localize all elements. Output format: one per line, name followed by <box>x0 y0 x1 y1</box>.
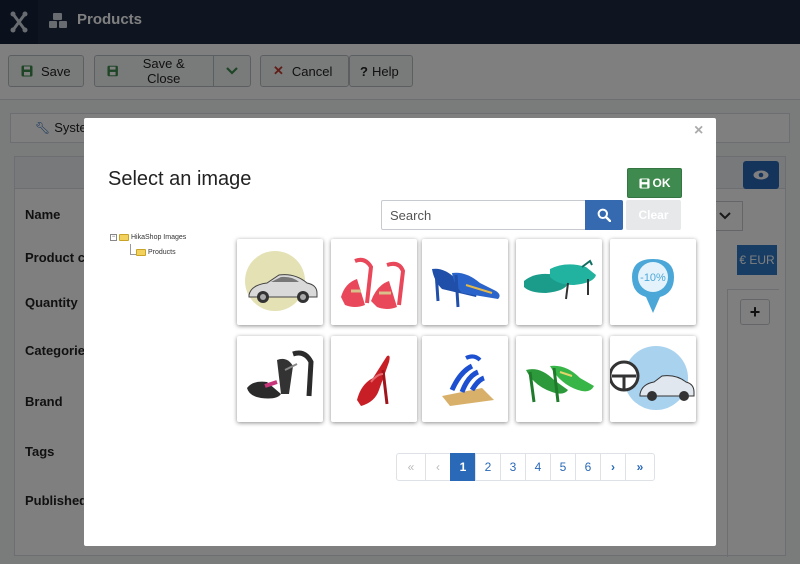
tree-node-products[interactable]: Products <box>136 249 176 256</box>
search-icon <box>597 208 611 222</box>
ok-button[interactable]: OK <box>627 168 682 198</box>
blue-heels-image <box>432 268 500 308</box>
prev-page-button[interactable]: ‹ <box>425 453 451 481</box>
image-thumb-discount-badge[interactable]: -10% <box>610 239 696 325</box>
page-button-6[interactable]: 6 <box>575 453 601 481</box>
image-thumb-red-sandals[interactable] <box>331 239 417 325</box>
page-button-5[interactable]: 5 <box>550 453 576 481</box>
tree-node-label: HikaShop Images <box>131 234 187 241</box>
next-page-button[interactable]: › <box>600 453 626 481</box>
pagination: « ‹ 1 2 3 4 5 6 › » <box>396 453 655 481</box>
modal-title: Select an image <box>108 168 252 190</box>
folder-icon <box>119 234 129 241</box>
green-heels-image <box>526 365 594 403</box>
red-sandals-image <box>341 257 406 309</box>
page-button-1[interactable]: 1 <box>450 453 476 481</box>
tree-node-label: Products <box>148 249 176 256</box>
clear-button[interactable]: Clear <box>626 200 681 230</box>
red-heel-image <box>357 355 390 406</box>
save-icon <box>638 177 650 189</box>
sports-car-image <box>245 251 318 311</box>
search-input[interactable] <box>381 200 586 230</box>
teal-shoes-image <box>524 259 596 300</box>
tree-node-root[interactable]: − HikaShop Images <box>110 234 186 241</box>
search-button[interactable] <box>585 200 623 230</box>
black-pink-heels-image <box>247 350 314 399</box>
page-button-2[interactable]: 2 <box>475 453 501 481</box>
close-icon[interactable]: × <box>694 122 703 140</box>
page-button-3[interactable]: 3 <box>500 453 526 481</box>
select-image-modal: × Select an image OK Clear − HikaShop Im… <box>84 118 716 546</box>
collapse-icon[interactable]: − <box>110 234 117 241</box>
image-thumb-steering-wheel-car[interactable] <box>610 336 696 422</box>
ok-label: OK <box>652 176 671 190</box>
image-thumb-teal-shoes[interactable] <box>516 239 602 325</box>
first-page-button[interactable]: « <box>396 453 426 481</box>
blue-wedge-sandal-image <box>442 354 494 406</box>
image-thumb-red-heel[interactable] <box>331 336 417 422</box>
image-thumb-sports-car[interactable] <box>237 239 323 325</box>
image-thumb-blue-heels[interactable] <box>422 239 508 325</box>
discount-text: -10% <box>640 272 666 284</box>
tree-connector <box>130 244 131 254</box>
folder-icon <box>136 249 146 256</box>
last-page-button[interactable]: » <box>625 453 655 481</box>
steering-wheel-car-image <box>610 346 695 410</box>
discount-badge-image: -10% <box>632 259 674 313</box>
page-button-4[interactable]: 4 <box>525 453 551 481</box>
image-thumb-black-pink-heels[interactable] <box>237 336 323 422</box>
image-thumb-blue-wedge-sandal[interactable] <box>422 336 508 422</box>
image-thumb-green-heels[interactable] <box>516 336 602 422</box>
